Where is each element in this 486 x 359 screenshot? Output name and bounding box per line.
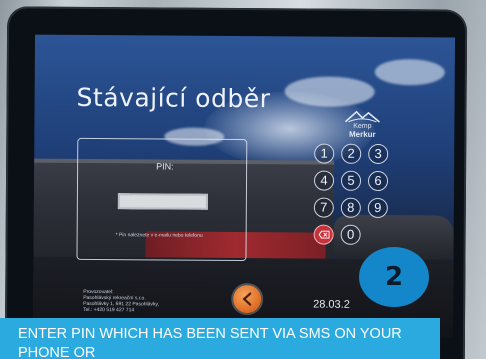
cloud-reflection <box>284 76 375 107</box>
instruction-caption: ENTER PIN WHICH HAS BEEN SENT VIA SMS ON… <box>0 318 440 359</box>
date-readout: 28.03.2 <box>313 298 350 311</box>
step-number-badge: 2 <box>359 247 429 307</box>
operator-info: Provozovatel: Pasohlávský rekreační s.r.… <box>83 289 159 314</box>
page-title: Stávající odběr <box>76 82 271 114</box>
keypad-key-6[interactable]: 6 <box>367 170 389 192</box>
backspace-icon <box>318 230 330 239</box>
keypad-key-8[interactable]: 8 <box>340 197 361 218</box>
cloud-reflection <box>374 58 445 86</box>
mountain-logo-icon <box>344 110 380 123</box>
pin-panel: PIN: * Pin naleznete v e-mailu nebo tele… <box>76 137 248 262</box>
keypad-key-4[interactable]: 4 <box>313 170 335 191</box>
pin-input[interactable] <box>117 193 208 210</box>
kemp-merkur-logo: Kemp Merkur <box>339 109 385 147</box>
chevron-left-icon <box>242 292 252 306</box>
logo-line-2: Merkur <box>348 129 376 139</box>
keypad-key-3[interactable]: 3 <box>368 143 389 165</box>
keypad-key-2[interactable]: 2 <box>341 143 362 164</box>
keypad-key-1[interactable]: 1 <box>314 143 335 164</box>
keypad-key-0[interactable]: 0 <box>340 224 361 245</box>
keypad-key-7[interactable]: 7 <box>313 197 334 218</box>
pin-label: PIN: <box>156 161 174 172</box>
keypad-key-9[interactable]: 9 <box>367 197 388 219</box>
keypad-key-5[interactable]: 5 <box>340 170 362 191</box>
keypad-delete-key[interactable] <box>313 224 334 245</box>
kiosk-photo: Stávající odběr Kemp Merkur PIN: * Pin n… <box>0 0 486 359</box>
operator-line: Tel.: +420 519 427 714 <box>83 306 135 314</box>
instruction-caption-text: ENTER PIN WHICH HAS BEEN SENT VIA SMS ON… <box>18 326 402 359</box>
pin-hint: * Pin naleznete v e-mailu nebo telefonu <box>115 232 203 239</box>
back-button[interactable] <box>233 284 262 314</box>
